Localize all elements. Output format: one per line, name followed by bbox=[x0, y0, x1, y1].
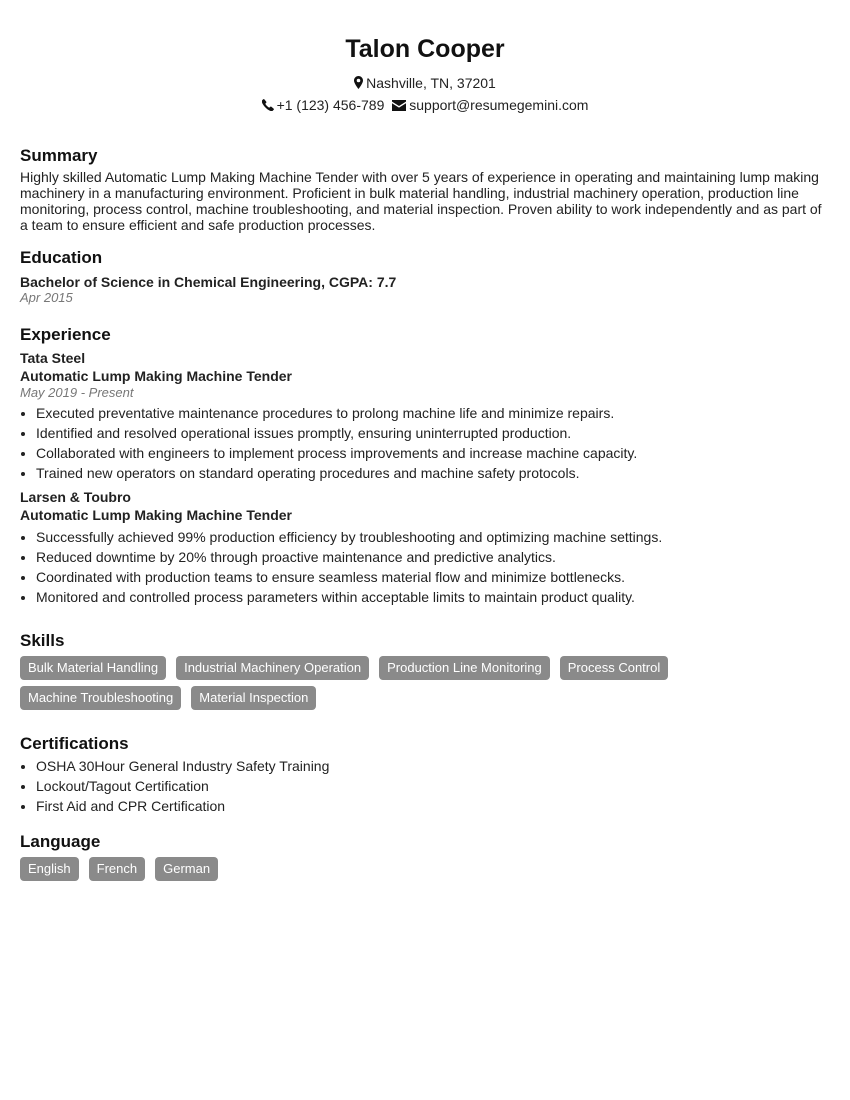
summary-text: Highly skilled Automatic Lump Making Mac… bbox=[20, 169, 822, 233]
experience-heading: Experience bbox=[20, 325, 111, 344]
email-link[interactable]: support@resumegemini.com bbox=[409, 97, 588, 113]
job-title: Automatic Lump Making Machine Tender bbox=[20, 368, 292, 384]
resume-header: Talon Cooper Nashville, TN, 37201 +1 (12… bbox=[20, 0, 830, 116]
certifications-heading: Certifications bbox=[20, 734, 129, 753]
certification-item: Lockout/Tagout Certification bbox=[36, 776, 830, 796]
skill-tag: Industrial Machinery Operation bbox=[176, 656, 370, 680]
skills-heading: Skills bbox=[20, 631, 65, 650]
skills-tags: Bulk Material Handling Industrial Machin… bbox=[20, 656, 830, 716]
job-bullet: Trained new operators on standard operat… bbox=[36, 463, 830, 483]
degree: Bachelor of Science in Chemical Engineer… bbox=[20, 274, 397, 290]
certifications-section: Certifications OSHA 30Hour General Indus… bbox=[20, 734, 830, 816]
company-name: Larsen & Toubro bbox=[20, 489, 131, 505]
phone-icon bbox=[261, 99, 274, 111]
education-heading: Education bbox=[20, 248, 103, 267]
location-line: Nashville, TN, 37201 bbox=[20, 72, 830, 94]
job-bullet: Identified and resolved operational issu… bbox=[36, 423, 830, 443]
education-date: Apr 2015 bbox=[20, 290, 73, 305]
certification-item: OSHA 30Hour General Industry Safety Trai… bbox=[36, 756, 830, 776]
skill-tag: Material Inspection bbox=[191, 686, 317, 710]
summary-heading: Summary bbox=[20, 146, 98, 165]
job-bullet: Coordinated with production teams to ens… bbox=[36, 567, 830, 587]
candidate-name: Talon Cooper bbox=[345, 35, 505, 63]
skill-tag: Machine Troubleshooting bbox=[20, 686, 182, 710]
summary-section: Summary Highly skilled Automatic Lump Ma… bbox=[20, 146, 830, 233]
job-bullet: Collaborated with engineers to implement… bbox=[36, 443, 830, 463]
job-bullets: Successfully achieved 99% production eff… bbox=[20, 527, 830, 607]
map-marker-icon bbox=[354, 76, 364, 89]
job-date: May 2019 - Present bbox=[20, 385, 134, 400]
job-entry: Tata Steel Automatic Lump Making Machine… bbox=[20, 349, 830, 483]
language-tag: English bbox=[20, 857, 79, 881]
skill-tag: Bulk Material Handling bbox=[20, 656, 167, 680]
resume-page: Talon Cooper Nashville, TN, 37201 +1 (12… bbox=[0, 0, 850, 887]
language-section: Language English French German bbox=[20, 832, 830, 887]
job-title: Automatic Lump Making Machine Tender bbox=[20, 507, 292, 523]
experience-section: Experience Tata Steel Automatic Lump Mak… bbox=[20, 325, 830, 607]
envelope-icon bbox=[392, 100, 407, 111]
phone-text: +1 (123) 456-789 bbox=[276, 97, 385, 113]
job-bullet: Successfully achieved 99% production eff… bbox=[36, 527, 830, 547]
location-text: Nashville, TN, 37201 bbox=[366, 75, 496, 91]
job-bullet: Executed preventative maintenance proced… bbox=[36, 403, 830, 423]
skill-tag: Process Control bbox=[559, 656, 669, 680]
job-bullet: Monitored and controlled process paramet… bbox=[36, 587, 830, 607]
skills-section: Skills Bulk Material Handling Industrial… bbox=[20, 631, 830, 716]
education-section: Education Bachelor of Science in Chemica… bbox=[20, 248, 830, 306]
language-tag: French bbox=[88, 857, 146, 881]
language-heading: Language bbox=[20, 832, 101, 851]
certification-item: First Aid and CPR Certification bbox=[36, 796, 830, 816]
language-tag: German bbox=[155, 857, 219, 881]
language-tags: English French German bbox=[20, 857, 830, 887]
job-entry: Larsen & Toubro Automatic Lump Making Ma… bbox=[20, 488, 830, 607]
job-bullet: Reduced downtime by 20% through proactiv… bbox=[36, 547, 830, 567]
job-bullets: Executed preventative maintenance proced… bbox=[20, 403, 830, 483]
contact-line: +1 (123) 456-789 support@resumegemini.co… bbox=[20, 94, 830, 116]
certifications-list: OSHA 30Hour General Industry Safety Trai… bbox=[20, 756, 830, 816]
skill-tag: Production Line Monitoring bbox=[379, 656, 550, 680]
company-name: Tata Steel bbox=[20, 350, 86, 366]
